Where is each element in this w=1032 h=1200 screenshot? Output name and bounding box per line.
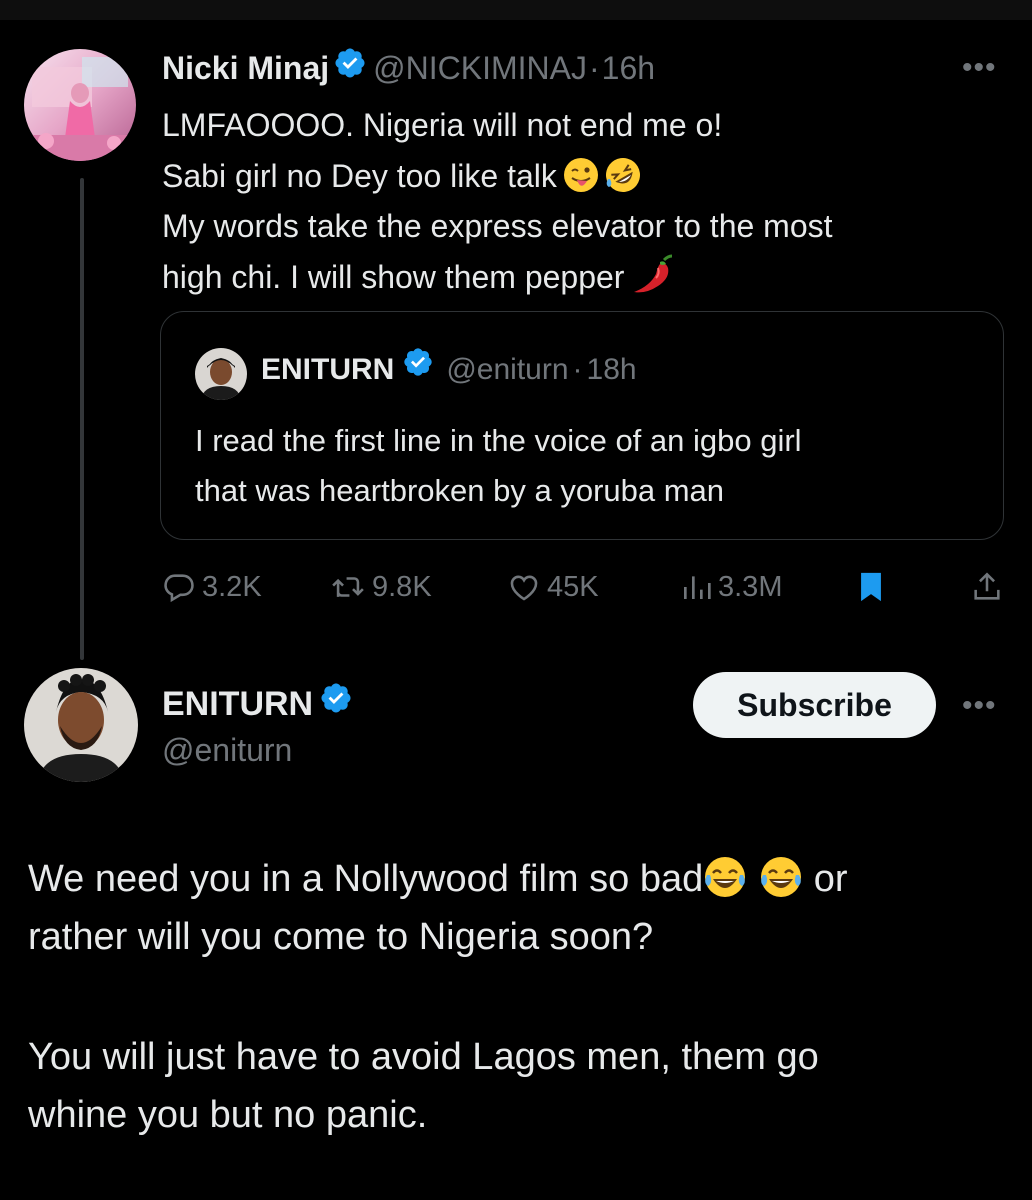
tweet-line: Sabi girl no Dey too like talk (162, 151, 1012, 202)
author-handle[interactable]: @eniturn (162, 730, 292, 770)
quote-line: I read the first line in the voice of an… (195, 423, 802, 458)
heart-icon (507, 570, 541, 604)
tweet-text-segment: whine you but no panic. (28, 1094, 428, 1136)
tweet-header: Nicki Minaj @NICKIMINAJ·16h (162, 48, 655, 88)
tweet-line-text: Sabi girl no Dey too like talk (162, 157, 557, 194)
tweet-text: LMFAOOOO. Nigeria will not end me o! Sab… (162, 100, 1012, 302)
tongue-out-face-icon (563, 157, 599, 193)
subscribe-button[interactable]: Subscribe (693, 672, 936, 738)
share-icon (970, 570, 1004, 604)
tweet-paragraph: We need you in a Nollywood film so bad o… (28, 850, 1018, 966)
separator: · (588, 50, 600, 86)
rofl-face-icon (605, 157, 641, 193)
tweet-text: We need you in a Nollywood film so bad o… (28, 850, 1018, 1144)
quote-header: ENITURN @eniturn · 18h (261, 346, 637, 394)
share-button[interactable] (970, 562, 1010, 612)
hot-pepper-icon (630, 252, 674, 296)
repost-button[interactable]: 9.8K (330, 562, 432, 612)
avatar[interactable] (24, 49, 136, 161)
tweet-text-segment: or (803, 858, 848, 900)
verified-badge-icon (402, 346, 434, 391)
tweet-actions: 3.2K 9.8K 45K 3.3M (0, 562, 1032, 612)
like-button[interactable]: 45K (507, 562, 599, 612)
tweet-text-segment: You will just have to avoid Lagos men, t… (28, 1036, 819, 1078)
author-name[interactable]: Nicki Minaj (162, 50, 329, 86)
bookmark-icon (856, 570, 886, 604)
quote-line: that was heartbroken by a yoruba man (195, 473, 725, 508)
views-icon (680, 570, 712, 604)
like-count: 45K (547, 570, 599, 603)
timestamp[interactable]: 16h (602, 50, 655, 86)
tweet-text-segment: We need you in a Nollywood film so bad (28, 858, 704, 900)
tears-of-joy-icon (703, 855, 747, 899)
reply-count: 3.2K (202, 570, 262, 603)
tweet-paragraph: You will just have to avoid Lagos men, t… (28, 1028, 1018, 1144)
author-name-row: ENITURN (162, 683, 353, 728)
tears-of-joy-icon (759, 855, 803, 899)
quote-author-handle[interactable]: @eniturn (446, 353, 568, 386)
reply-button[interactable]: 3.2K (162, 562, 262, 612)
repost-count: 9.8K (372, 570, 432, 603)
views-button[interactable]: 3.3M (680, 562, 782, 612)
tweet-line: LMFAOOOO. Nigeria will not end me o! (162, 107, 723, 143)
bookmark-button[interactable] (856, 562, 892, 612)
more-options-icon[interactable]: ••• (962, 53, 997, 83)
repost-icon (330, 570, 366, 604)
verified-badge-icon (319, 681, 353, 725)
tweet-line-text: high chi. I will show them pepper (162, 258, 625, 295)
quote-author-name[interactable]: ENITURN (261, 353, 394, 386)
top-bar (0, 0, 1032, 20)
author-handle[interactable]: @NICKIMINAJ (373, 50, 587, 86)
verified-badge-icon (333, 46, 367, 89)
avatar[interactable] (24, 668, 138, 782)
author-name[interactable]: ENITURN (162, 685, 313, 723)
separator: · (572, 353, 583, 386)
quoted-tweet[interactable]: ENITURN @eniturn · 18h I read the first lin… (160, 311, 1004, 540)
tweet-line: high chi. I will show them pepper (162, 252, 1012, 303)
avatar (195, 348, 247, 400)
reply-icon (162, 570, 196, 604)
views-count: 3.3M (718, 570, 783, 603)
tweet-text-segment: rather will you come to Nigeria soon? (28, 916, 654, 958)
quote-timestamp[interactable]: 18h (587, 353, 637, 386)
more-options-icon[interactable]: ••• (962, 691, 997, 721)
tweet-line: My words take the express elevator to th… (162, 208, 833, 244)
quote-text: I read the first line in the voice of an… (195, 416, 985, 516)
